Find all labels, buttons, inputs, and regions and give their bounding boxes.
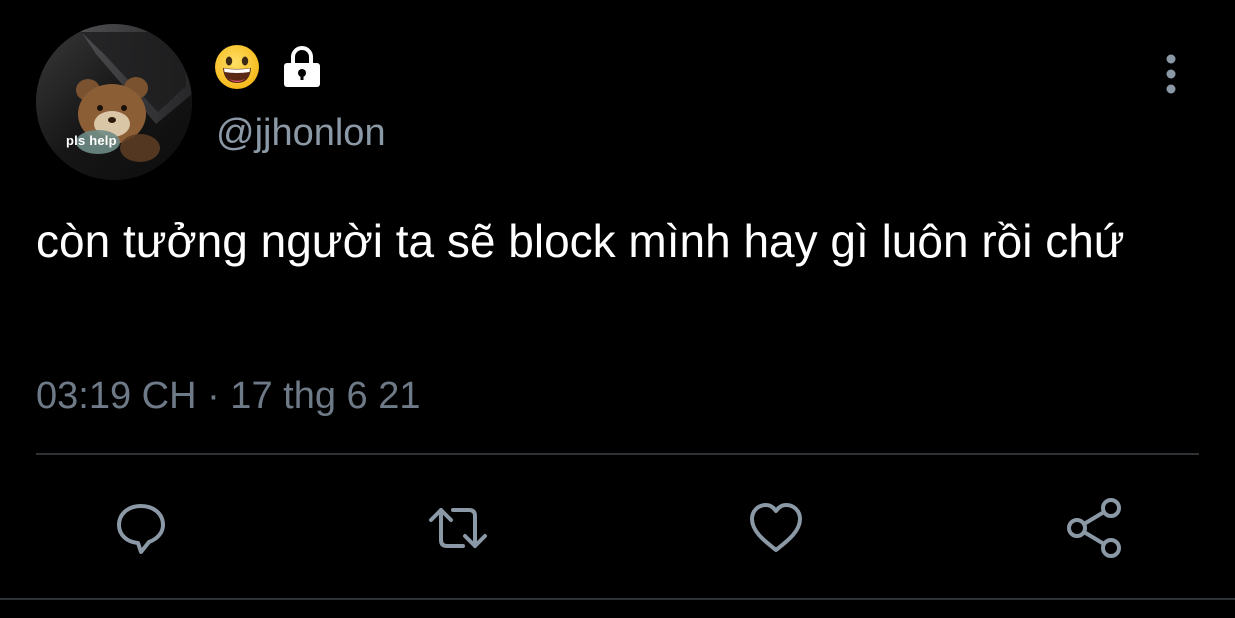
tweet-text: còn tưởng người ta sẽ block mình hay gì … — [36, 215, 1125, 267]
retweet-button[interactable] — [420, 490, 496, 566]
lock-icon — [284, 46, 320, 87]
like-button[interactable] — [738, 490, 814, 566]
reply-button[interactable] — [103, 490, 179, 566]
reply-icon — [117, 504, 165, 554]
avatar-image — [36, 24, 192, 180]
display-name[interactable] — [214, 44, 322, 90]
avatar-caption: pls help — [66, 133, 117, 148]
heart-icon — [750, 503, 802, 552]
tweet-timestamp[interactable]: 03:19 CH · 17 thg 6 21 — [36, 372, 420, 420]
grinning-face-emoji-icon — [215, 45, 259, 89]
tweet-detail: pls help @jjhonlon còn tưởng người ta sẽ… — [0, 0, 1235, 618]
bottom-divider — [0, 598, 1235, 600]
share-button[interactable] — [1056, 490, 1132, 566]
divider — [36, 453, 1199, 455]
action-bar — [0, 490, 1235, 566]
share-icon — [1067, 498, 1121, 558]
user-handle[interactable]: @jjhonlon — [216, 112, 386, 154]
more-vertical-icon — [1166, 54, 1176, 94]
more-options-button[interactable] — [1150, 52, 1192, 98]
avatar[interactable]: pls help — [36, 24, 192, 180]
retweet-icon — [429, 508, 487, 548]
